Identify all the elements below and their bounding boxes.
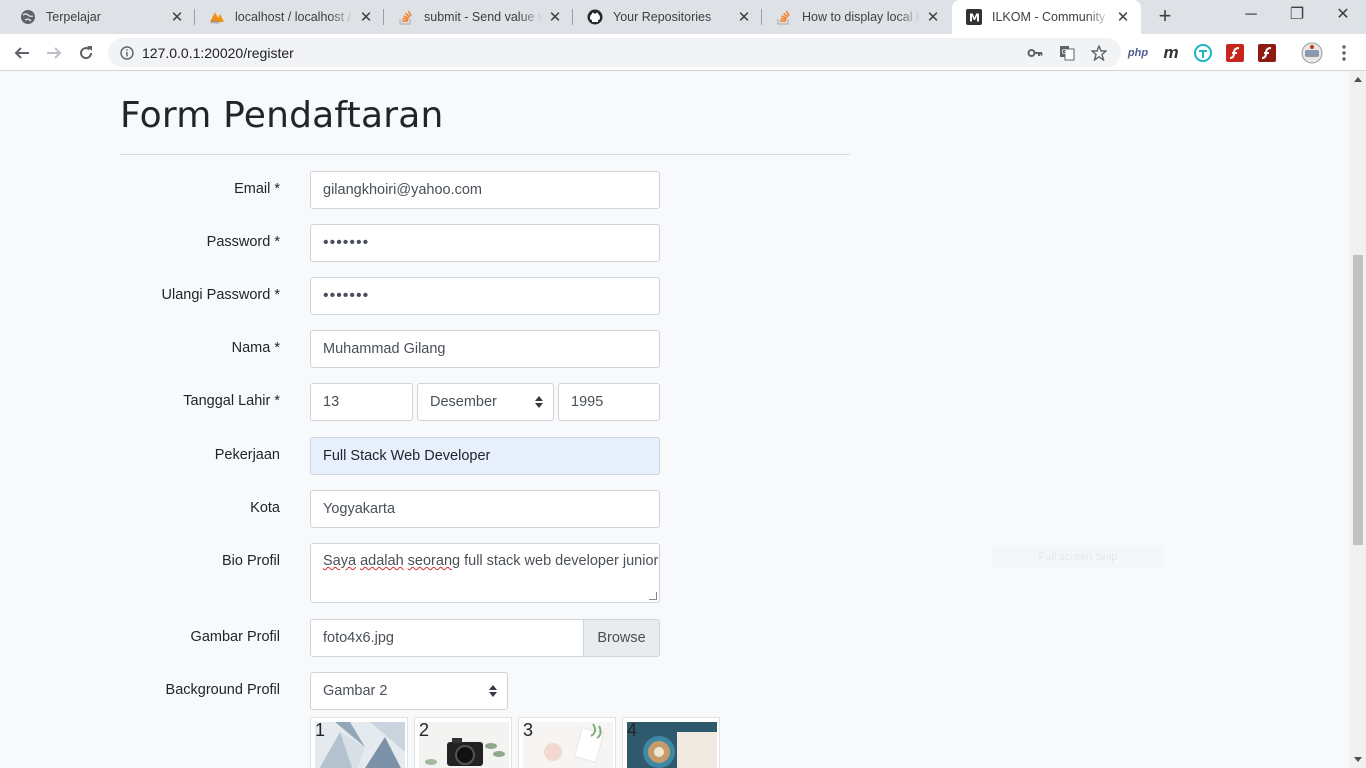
phpmyadmin-icon: PMA — [209, 9, 225, 25]
stackoverflow-icon — [398, 9, 414, 25]
job-label: Pekerjaan — [214, 447, 280, 463]
browser-toolbar: 127.0.0.1:20020/register G php m — [0, 34, 1366, 71]
city-label: Kota — [250, 500, 280, 516]
desk-flatlay-image — [523, 722, 613, 768]
city-field[interactable]: Yogyakarta — [310, 490, 660, 528]
flash-extension-icon[interactable] — [1225, 43, 1245, 63]
page-title: Form Pendaftaran — [120, 95, 444, 136]
coffee-book-image — [627, 722, 717, 768]
birth-month-select[interactable]: Desember — [417, 383, 554, 421]
svg-text:PMA: PMA — [211, 20, 220, 25]
profile-image-label: Gambar Profil — [190, 629, 280, 645]
page-scrollbar[interactable] — [1350, 71, 1366, 768]
name-field[interactable]: Muhammad Gilang — [310, 330, 660, 368]
translate-icon[interactable]: G — [1058, 44, 1076, 62]
title-divider — [120, 154, 850, 155]
background-label: Background Profil — [165, 682, 280, 698]
camera-photo-image — [419, 722, 509, 768]
password-field[interactable]: ••••••• — [310, 224, 660, 262]
svg-text:G: G — [1062, 48, 1067, 56]
new-tab-button[interactable]: + — [1152, 4, 1178, 30]
close-tab-icon[interactable]: ✕ — [543, 8, 567, 26]
tab-strip: Terpelajar ✕ PMA localhost / localhost /… — [0, 0, 1366, 34]
confirm-password-label: Ulangi Password * — [161, 287, 280, 303]
tab-ilkom-community[interactable]: M ILKOM - Community Bl ✕ — [952, 0, 1141, 34]
stackoverflow-icon — [776, 9, 792, 25]
key-icon[interactable] — [1026, 44, 1044, 62]
flash-red-extension-icon[interactable] — [1257, 43, 1277, 63]
close-tab-icon[interactable]: ✕ — [165, 8, 189, 26]
profile-avatar[interactable] — [1300, 42, 1324, 64]
browse-button[interactable]: Browse — [583, 620, 659, 656]
close-tab-icon[interactable]: ✕ — [354, 8, 378, 26]
confirm-password-field[interactable]: ••••••• — [310, 277, 660, 315]
background-selected: Gambar 2 — [323, 683, 388, 699]
teal-extension-icon[interactable] — [1193, 43, 1213, 63]
url-text: 127.0.0.1:20020/register — [142, 45, 294, 61]
m-extension-icon[interactable]: m — [1161, 43, 1181, 63]
bio-label: Bio Profil — [221, 553, 280, 569]
profile-image-filename: foto4x6.jpg — [323, 630, 394, 646]
birth-day-field[interactable]: 13 — [310, 383, 413, 421]
geometric-pattern-image — [315, 722, 405, 768]
name-label: Nama * — [231, 340, 280, 356]
select-updown-icon — [489, 685, 497, 697]
bio-textarea[interactable]: Saya adalah seorang full stack web devel… — [310, 543, 660, 603]
forward-arrow-icon[interactable] — [40, 39, 68, 67]
birth-year-field[interactable]: 1995 — [558, 383, 660, 421]
background-thumbnail-1[interactable]: 1 — [310, 717, 408, 768]
globe-icon — [20, 9, 36, 25]
php-extension-icon[interactable]: php — [1128, 43, 1148, 63]
tab-github-repos[interactable]: Your Repositories ✕ — [573, 0, 762, 34]
scrollbar-thumb[interactable] — [1353, 255, 1363, 545]
birth-month-value: Desember — [430, 394, 497, 410]
bookmark-star-icon[interactable] — [1090, 44, 1108, 62]
job-field[interactable]: Full Stack Web Developer — [310, 437, 660, 475]
github-icon — [587, 9, 603, 25]
menu-kebab-icon[interactable] — [1330, 39, 1358, 67]
resize-handle-icon[interactable] — [649, 592, 657, 600]
scroll-down-icon[interactable] — [1354, 757, 1362, 762]
password-label: Password * — [206, 234, 280, 250]
close-tab-icon[interactable]: ✕ — [921, 8, 945, 26]
profile-image-input[interactable]: foto4x6.jpg Browse — [310, 619, 660, 657]
svg-text:M: M — [969, 12, 980, 25]
tab-stackoverflow-local-image[interactable]: How to display local im ✕ — [762, 0, 951, 34]
back-arrow-icon[interactable] — [8, 39, 36, 67]
tab-terpelajar[interactable]: Terpelajar ✕ — [6, 0, 195, 34]
tab-stackoverflow-submit[interactable]: submit - Send value wit ✕ — [384, 0, 573, 34]
page-content: Form Pendaftaran Email * gilangkhoiri@ya… — [0, 71, 1350, 768]
info-icon[interactable] — [118, 44, 136, 62]
email-label: Email * — [234, 181, 280, 197]
select-updown-icon — [535, 396, 543, 408]
background-select[interactable]: Gambar 2 — [310, 672, 508, 710]
background-thumbnail-3[interactable]: 3 — [518, 717, 616, 768]
background-thumbnail-2[interactable]: 2 — [414, 717, 512, 768]
tab-phpmyadmin[interactable]: PMA localhost / localhost / re ✕ — [195, 0, 384, 34]
background-thumbnail-4[interactable]: 4 — [622, 717, 720, 768]
address-bar[interactable]: 127.0.0.1:20020/register G — [108, 38, 1121, 67]
close-window-button[interactable]: ✕ — [1320, 0, 1366, 30]
minimize-button[interactable]: ─ — [1228, 0, 1274, 30]
birth-date-label: Tanggal Lahir * — [183, 393, 280, 409]
close-tab-icon[interactable]: ✕ — [1111, 8, 1135, 26]
email-field[interactable]: gilangkhoiri@yahoo.com — [310, 171, 660, 209]
reload-icon[interactable] — [72, 39, 100, 67]
scroll-up-icon[interactable] — [1354, 77, 1362, 82]
restore-button[interactable]: ❐ — [1274, 0, 1320, 30]
medium-icon: M — [966, 9, 982, 25]
ghost-overlay-button: Full screen Snip — [992, 546, 1164, 568]
close-tab-icon[interactable]: ✕ — [732, 8, 756, 26]
